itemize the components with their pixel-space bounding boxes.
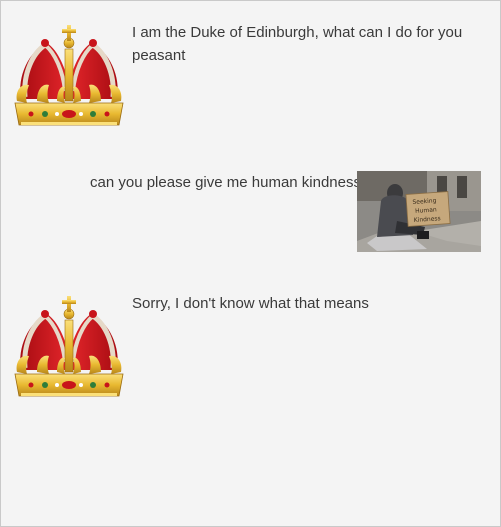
- bot-message: Sorry, I don't know what that means: [132, 295, 369, 312]
- homeless-person-photo: Seeking Human Kindness: [357, 171, 481, 252]
- user-message: can you please give me human kindness: [90, 174, 361, 191]
- chat-window: I am the Duke of Edinburgh, what can I d…: [0, 0, 501, 527]
- bot-message: I am the Duke of Edinburgh, what can I d…: [132, 24, 463, 64]
- crown-icon: [7, 21, 131, 131]
- crown-icon: [7, 292, 131, 402]
